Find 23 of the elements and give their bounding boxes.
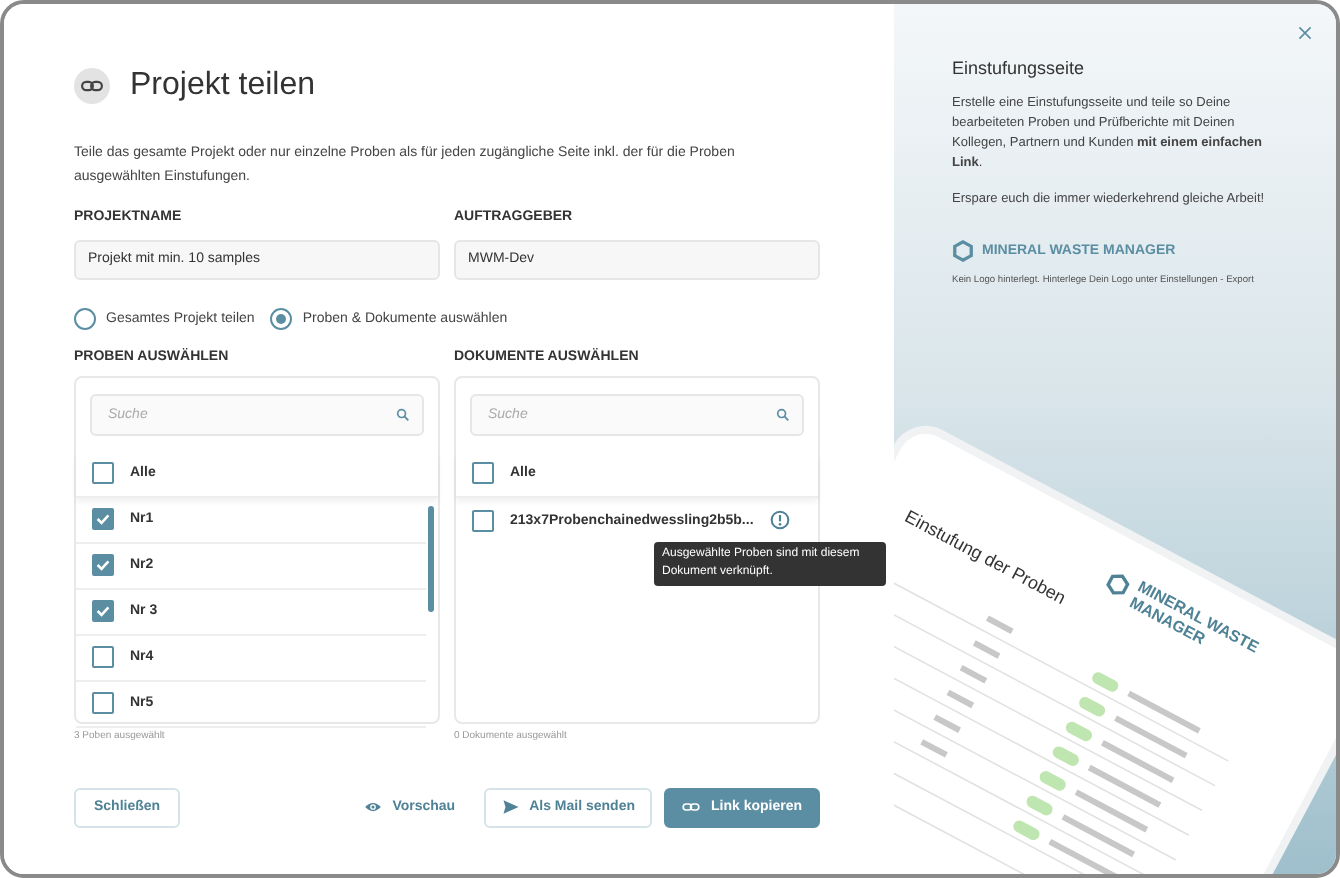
search-icon	[396, 407, 410, 421]
checkbox[interactable]	[92, 600, 114, 622]
checkbox[interactable]	[92, 554, 114, 576]
checkbox[interactable]	[472, 462, 494, 484]
eye-icon	[364, 798, 383, 816]
checkbox[interactable]	[92, 692, 114, 714]
radio-button[interactable]	[74, 307, 96, 329]
hexagon-logo-icon	[1102, 568, 1134, 601]
scrollbar-thumb[interactable]	[428, 505, 434, 611]
panel-title: Einstufungsseite	[952, 58, 1087, 78]
info-icon[interactable]	[769, 510, 790, 530]
checkbox[interactable]	[92, 646, 114, 668]
dialog-title: Projekt teilen	[130, 68, 315, 104]
checkbox[interactable]	[92, 508, 114, 530]
search-icon	[776, 407, 790, 421]
radio-button[interactable]	[270, 307, 293, 329]
checkbox[interactable]	[92, 462, 114, 484]
close-icon[interactable]	[1298, 26, 1312, 40]
link-icon	[682, 798, 701, 816]
checkbox[interactable]	[472, 509, 494, 531]
send-icon	[501, 798, 520, 816]
hexagon-logo-icon	[952, 240, 974, 262]
link-icon	[74, 68, 110, 104]
